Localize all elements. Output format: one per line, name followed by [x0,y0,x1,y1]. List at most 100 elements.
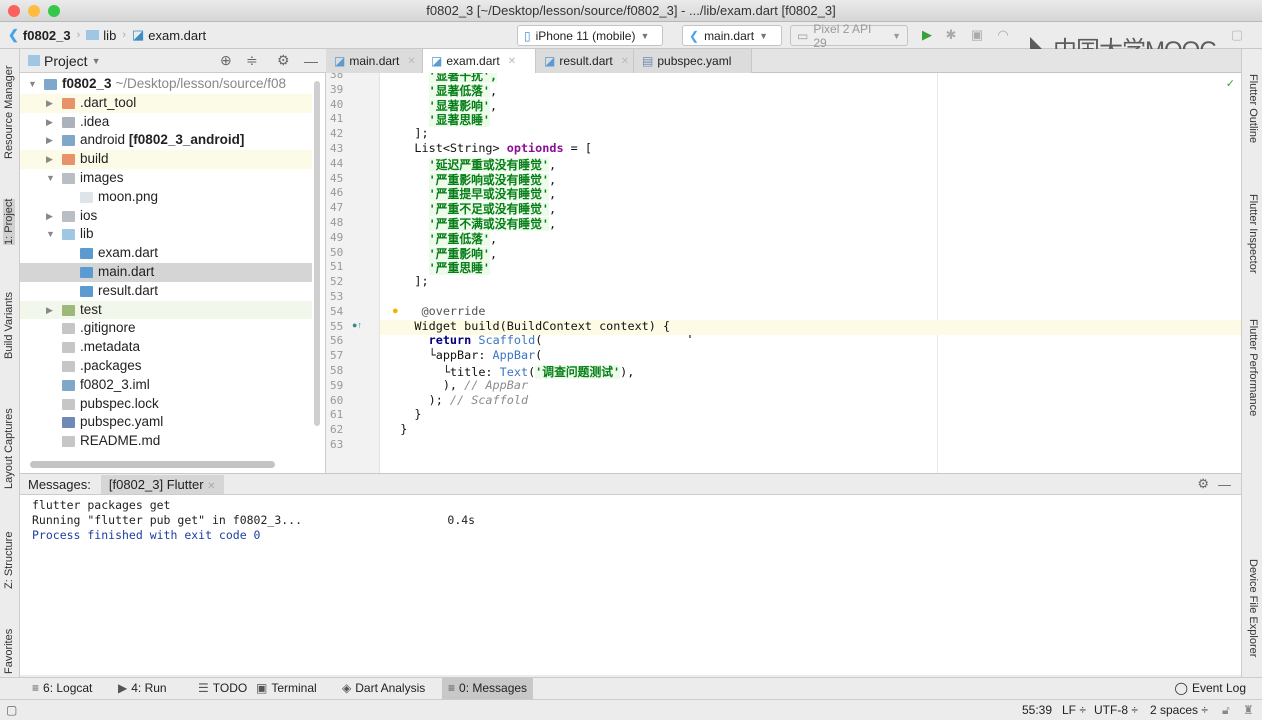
line-number: 47 [330,201,344,215]
tab-exam-dart[interactable]: ◪ exam.dart ✕ [423,49,536,73]
code-token: ), [386,377,465,392]
collapsed-arrow-icon[interactable]: ▶ [46,113,53,132]
event-log-button[interactable]: ◯ Event Log [1169,678,1252,699]
text-file-icon [62,361,75,372]
tree-item[interactable]: ▶ build [20,150,312,169]
device-selector[interactable]: ▯ iPhone 11 (mobile) ▼ [517,25,663,46]
project-tool-tab[interactable]: 1: Project [3,198,15,245]
tree-item[interactable]: f0802_3.iml [20,376,312,395]
tree-item[interactable]: ▼ lib [20,225,312,244]
device-file-explorer-tab[interactable]: Device File Explorer [1247,559,1259,657]
tool-window-todo[interactable]: ☰ TODO [192,678,253,699]
expanded-arrow-icon[interactable]: ▼ [46,225,55,244]
collapsed-arrow-icon[interactable]: ▶ [46,207,53,226]
gear-icon[interactable]: ⚙ [277,52,290,69]
user-icon[interactable]: ▢ [1230,28,1244,42]
debug-icon[interactable]: ✱ [944,28,958,42]
yaml-file-icon: ▤ [642,54,654,68]
breadcrumb-lib[interactable]: lib [86,28,116,43]
tab-result-dart[interactable]: ◪ result.dart ✕ [536,49,634,73]
breadcrumb-project[interactable]: ❮ f0802_3 [8,27,71,43]
tree-item[interactable]: ▼ f0802_3 ~/Desktop/lesson/source/f08 [20,75,312,94]
close-tab-icon[interactable]: ✕ [621,56,629,67]
close-icon[interactable]: ✕ [207,481,215,492]
tool-window-dart-analysis[interactable]: ◈ Dart Analysis [336,678,431,699]
intention-bulb-icon[interactable]: ● [392,305,399,317]
tree-item[interactable]: main.dart [20,263,312,282]
collapsed-arrow-icon[interactable]: ▶ [46,301,53,320]
file-encoding[interactable]: UTF-8 ÷ [1094,700,1138,720]
run-icon[interactable]: ▶ [920,28,934,42]
emulator-selector[interactable]: ▭ Pixel 2 API 29 ▼ [790,22,908,50]
collapsed-arrow-icon[interactable]: ▶ [46,94,53,113]
close-tab-icon[interactable]: ✕ [508,56,516,67]
profile-icon[interactable]: ◠ [996,28,1010,42]
code-line: ]; [386,274,428,288]
tree-item[interactable]: pubspec.yaml [20,413,312,432]
collapse-all-icon[interactable]: ≑ [246,52,258,69]
close-window-button[interactable] [8,5,20,17]
resource-manager-tab[interactable]: Resource Manager [3,65,15,159]
layout-captures-tab[interactable]: Layout Captures [3,408,15,489]
flutter-outline-tab[interactable]: Flutter Outline [1247,74,1259,143]
module-folder-icon [62,135,75,147]
tree-item[interactable]: ▶ android [f0802_3_android] [20,131,312,150]
tool-window-terminal[interactable]: ▣ Terminal [250,678,323,699]
code-editor[interactable]: 38 39 40 41 42 43 44 45 46 47 48 49 50 51 52 53 54 55 56 57… [326,73,1241,473]
expanded-arrow-icon[interactable]: ▼ [46,169,55,188]
breadcrumb-file[interactable]: ◪ exam.dart [132,27,206,43]
collapsed-arrow-icon[interactable]: ▶ [46,150,53,169]
chevron-down-icon[interactable]: ▼ [92,56,101,66]
tab-main-dart[interactable]: ◪ main.dart ✕ [326,49,423,73]
messages-output[interactable]: flutter packages get Running "flutter pu… [20,495,1241,675]
favorites-tab[interactable]: Favorites [3,629,15,674]
tree-item[interactable]: moon.png [20,188,312,207]
hide-icon[interactable]: — [1218,477,1231,492]
tree-item-label: ios [80,207,98,223]
tree-item[interactable]: .packages [20,357,312,376]
run-config-selector[interactable]: ❮ main.dart ▼ [682,25,782,46]
horizontal-scrollbar[interactable] [30,461,275,468]
minimize-window-button[interactable] [28,5,40,17]
tool-window-messages[interactable]: ≡ 0: Messages [442,678,534,699]
tree-item[interactable]: .gitignore [20,319,312,338]
inspector-icon[interactable]: ♜ [1243,700,1254,720]
structure-tab[interactable]: Z: Structure [3,532,15,589]
tool-window-run[interactable]: ▶ 4: Run [112,678,173,699]
tree-item[interactable]: ▶ .idea [20,113,312,132]
collapsed-arrow-icon[interactable]: ▶ [46,131,53,150]
tree-item[interactable]: ▶ .dart_tool [20,93,312,113]
phone-icon: ▯ [524,28,531,43]
locate-icon[interactable]: ⊕ [220,52,232,69]
build-variants-tab[interactable]: Build Variants [3,292,15,359]
messages-tab-flutter[interactable]: [f0802_3] Flutter ✕ [100,474,224,494]
close-tab-icon[interactable]: ✕ [407,56,415,67]
vertical-scrollbar[interactable] [314,81,320,426]
tree-item[interactable]: .metadata [20,338,312,357]
zoom-window-button[interactable] [48,5,60,17]
gear-icon[interactable]: ⚙ [1197,476,1209,492]
code-line: @override [386,304,486,318]
attach-icon[interactable]: ▣ [970,28,984,42]
caret-position[interactable]: 55:39 [1022,700,1052,720]
project-view-selector[interactable]: Project [44,53,88,69]
tree-item[interactable]: ▶ ios [20,207,312,226]
tree-item[interactable]: ▶ test [20,300,312,320]
expanded-arrow-icon[interactable]: ▼ [28,75,37,94]
tree-item[interactable]: ▼ images [20,169,312,188]
toggle-tool-windows-icon[interactable]: ▢ [6,700,17,720]
tree-item-label: f0802_3.iml [80,376,150,392]
tree-item[interactable]: README.md [20,432,312,451]
tree-item[interactable]: result.dart [20,282,312,301]
tab-pubspec-yaml[interactable]: ▤ pubspec.yaml [634,49,752,73]
flutter-inspector-tab[interactable]: Flutter Inspector [1247,194,1259,273]
tool-window-logcat[interactable]: ≡ 6: Logcat [26,678,98,699]
override-marker-icon[interactable]: ●↑ [352,320,362,330]
indent-setting[interactable]: 2 spaces ÷ [1150,700,1208,720]
line-separator[interactable]: LF ÷ [1062,700,1086,720]
tree-item[interactable]: exam.dart [20,244,312,263]
flutter-performance-tab[interactable]: Flutter Performance [1247,319,1259,416]
tree-item[interactable]: pubspec.lock [20,395,312,414]
lock-icon[interactable]: 🔓︎ [1222,700,1230,720]
hide-icon[interactable]: — [304,53,318,69]
